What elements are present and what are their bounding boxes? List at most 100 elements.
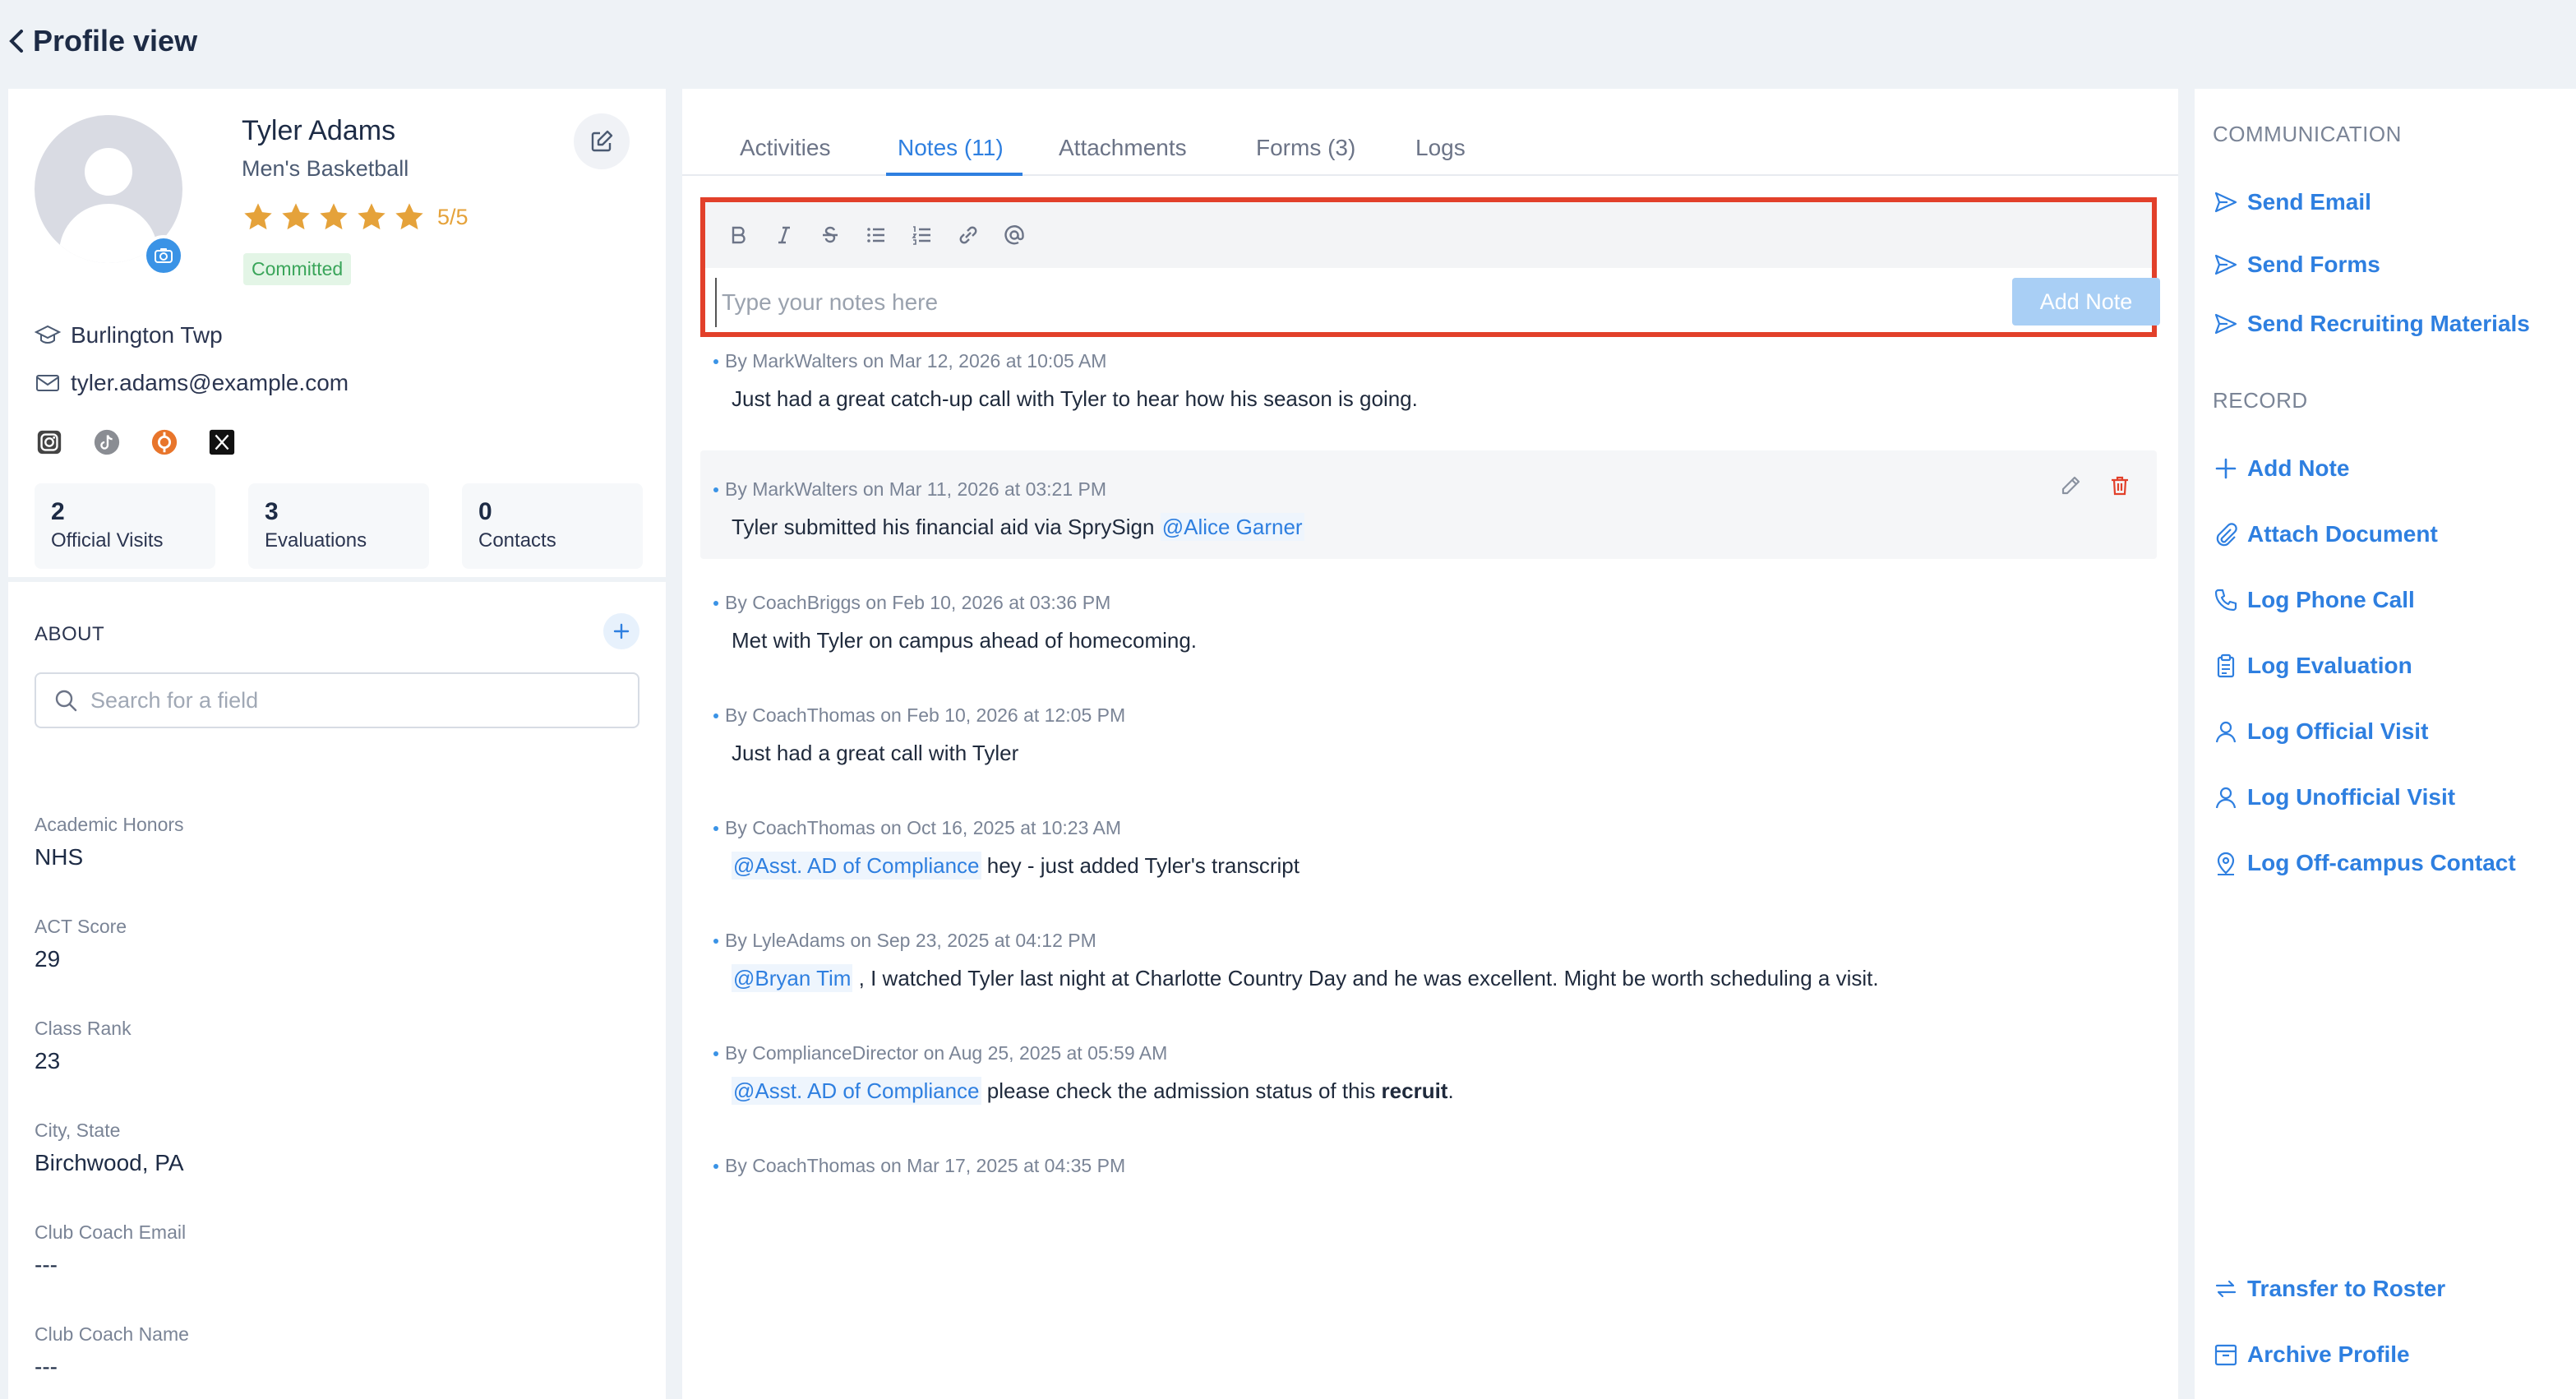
field-value[interactable]: 23 (35, 1048, 132, 1074)
action-label: Archive Profile (2247, 1341, 2410, 1367)
edit-note-button[interactable] (2058, 473, 2084, 500)
field-label: Club Coach Email (35, 1221, 187, 1243)
log-off-campus-contact-action[interactable]: Log Off-campus Contact (2213, 850, 2516, 876)
note-meta-text: By CoachThomas on Oct 16, 2025 at 10:23 … (725, 817, 1122, 838)
stat-official-visits: 2 Official Visits (35, 483, 215, 569)
field-search-input[interactable] (90, 687, 616, 713)
star-icon (282, 203, 310, 230)
action-label: Log Evaluation (2247, 653, 2412, 678)
send-icon (2214, 254, 2237, 275)
action-label: Log Unofficial Visit (2247, 784, 2456, 810)
note-editor: Add Note (700, 197, 2160, 337)
mail-icon (36, 375, 59, 391)
profile-card: Tyler Adams Men's Basketball 5/5 Committ… (8, 89, 666, 582)
stat-value: 3 (265, 498, 279, 525)
action-label: Log Phone Call (2247, 587, 2415, 612)
stat-evaluations: 3 Evaluations (248, 483, 429, 569)
send-email-action[interactable]: Send Email (2213, 189, 2371, 215)
log-official-visit-action[interactable]: Log Official Visit (2213, 718, 2428, 745)
status-badge: Committed (243, 253, 352, 285)
star-icon (320, 203, 348, 230)
field-label: City, State (35, 1120, 121, 1141)
x-icon[interactable] (207, 427, 237, 457)
stat-label: Contacts (478, 529, 556, 552)
send-recruiting-materials-action[interactable]: Send Recruiting Materials (2213, 311, 2530, 337)
clipboard-icon (2217, 653, 2235, 678)
email-row: tyler.adams@example.com (35, 370, 349, 396)
numbered-list-icon[interactable] (907, 220, 937, 250)
field-value[interactable]: --- (35, 1252, 186, 1278)
note-meta-text: By CoachThomas on Mar 17, 2025 at 04:35 … (725, 1155, 1126, 1176)
actions-panel: COMMUNICATION Send Email Send Forms Send… (2195, 89, 2576, 1399)
mention-tag[interactable]: @Bryan Tim (732, 964, 853, 992)
instagram-icon[interactable] (35, 427, 64, 457)
tab-notes[interactable]: Notes (11) (898, 135, 1004, 161)
note-text: @Asst. AD of Compliance hey - just added… (732, 852, 1300, 880)
note-meta-text: By CoachThomas on Feb 10, 2026 at 12:05 … (725, 704, 1126, 726)
hudl-icon[interactable] (150, 427, 179, 457)
field-label: Class Rank (35, 1018, 132, 1039)
transfer-to-roster-action[interactable]: Transfer to Roster (2213, 1276, 2445, 1302)
mention-icon[interactable] (999, 220, 1029, 250)
change-photo-button[interactable] (143, 235, 184, 276)
note-text-input[interactable] (715, 278, 1973, 327)
location-row: Burlington Twp (35, 322, 223, 349)
edit-profile-button[interactable] (574, 113, 630, 169)
note-text-part: , I watched Tyler last night at Charlott… (852, 966, 1879, 990)
chevron-left-icon (9, 30, 23, 53)
mention-tag[interactable]: @Alice Garner (1160, 513, 1304, 541)
note-item: By CoachThomas on Mar 17, 2025 at 04:35 … (700, 1155, 2157, 1204)
link-icon[interactable] (953, 220, 983, 250)
note-meta-text: By LyleAdams on Sep 23, 2025 at 04:12 PM (725, 930, 1096, 951)
field-value[interactable]: 29 (35, 946, 127, 972)
bold-icon[interactable] (723, 220, 753, 250)
add-note-button[interactable]: Add Note (2012, 278, 2160, 326)
strikethrough-icon[interactable] (815, 220, 845, 250)
delete-note-button[interactable] (2107, 473, 2134, 500)
action-label: Send Email (2247, 189, 2371, 215)
rating-text: 5/5 (437, 204, 469, 229)
trash-icon (2112, 476, 2128, 496)
bullet-list-icon[interactable] (861, 220, 891, 250)
page-header: Profile view (0, 0, 2576, 82)
add-field-button[interactable] (603, 613, 639, 649)
mention-tag[interactable]: @Asst. AD of Compliance (732, 1077, 981, 1105)
note-text: Just had a great catch-up call with Tyle… (732, 386, 1418, 411)
action-label: Attach Document (2247, 521, 2438, 547)
tab-logs[interactable]: Logs (1415, 135, 1466, 161)
paperclip-icon (2216, 523, 2237, 547)
action-label: Log Official Visit (2247, 718, 2429, 744)
send-forms-action[interactable]: Send Forms (2213, 252, 2380, 278)
note-item: By LyleAdams on Sep 23, 2025 at 04:12 PM… (700, 930, 2157, 1020)
email-text[interactable]: tyler.adams@example.com (71, 370, 349, 396)
action-label: Send Forms (2247, 252, 2380, 277)
tab-forms[interactable]: Forms (3) (1256, 135, 1355, 161)
log-unofficial-visit-action[interactable]: Log Unofficial Visit (2213, 784, 2455, 810)
camera-icon (155, 248, 173, 263)
log-evaluation-action[interactable]: Log Evaluation (2213, 653, 2412, 679)
add-note-action[interactable]: Add Note (2213, 455, 2349, 482)
note-item: By CoachThomas on Feb 10, 2026 at 12:05 … (700, 704, 2157, 795)
star-rating: 5/5 (242, 201, 469, 233)
user-icon (2215, 787, 2237, 809)
field-value[interactable]: --- (35, 1354, 189, 1380)
note-text: @Asst. AD of Compliance please check the… (732, 1077, 1454, 1105)
tab-attachments[interactable]: Attachments (1059, 135, 1187, 161)
note-text: @Bryan Tim , I watched Tyler last night … (732, 964, 1879, 992)
note-meta: By MarkWalters on Mar 12, 2026 at 10:05 … (713, 350, 1106, 372)
italic-icon[interactable] (769, 220, 799, 250)
mention-tag[interactable]: @Asst. AD of Compliance (732, 852, 981, 880)
plus-icon (2215, 458, 2237, 479)
tiktok-icon[interactable] (92, 427, 122, 457)
log-phone-call-action[interactable]: Log Phone Call (2213, 587, 2415, 613)
field-value[interactable]: Birchwood, PA (35, 1150, 184, 1176)
field-value[interactable]: NHS (35, 844, 184, 870)
back-button[interactable]: Profile view (7, 24, 197, 58)
archive-profile-action[interactable]: Archive Profile (2213, 1341, 2410, 1368)
star-icon (358, 203, 385, 230)
tab-activities[interactable]: Activities (740, 135, 830, 161)
note-actions (2058, 473, 2134, 500)
field-label: ACT Score (35, 916, 127, 937)
attach-document-action[interactable]: Attach Document (2213, 521, 2438, 547)
field-label: Academic Honors (35, 814, 184, 835)
